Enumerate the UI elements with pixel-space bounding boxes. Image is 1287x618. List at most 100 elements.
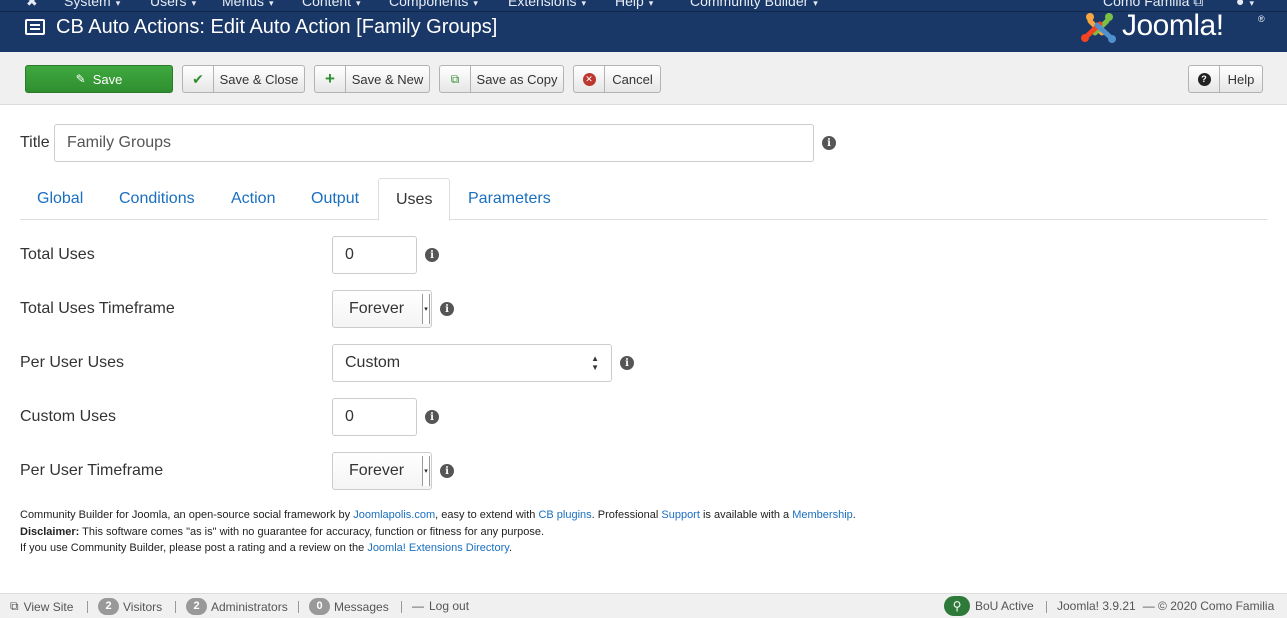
per-user-uses-select[interactable]: Custom ▲ ▼ xyxy=(332,344,612,382)
menu-extensions[interactable]: Extensions ▾ xyxy=(508,0,586,9)
top-navigation: ✖ System ▾ Users ▾ Menus ▾ Content ▾ Compone… xyxy=(0,0,1287,12)
tab-uses[interactable]: Uses xyxy=(378,178,451,221)
custom-uses-input[interactable]: 0 xyxy=(332,398,417,436)
tab-bar: Global Conditions Action Output Uses Par… xyxy=(20,178,1267,221)
custom-uses-label: Custom Uses xyxy=(20,408,117,425)
page-header: CB Auto Actions: Edit Auto Action [Famil… xyxy=(0,9,1287,52)
divider xyxy=(1046,601,1047,613)
messages-badge: 0 xyxy=(309,598,330,615)
copy-icon: ⧉ xyxy=(440,66,471,92)
divider xyxy=(401,601,402,613)
tab-action[interactable]: Action xyxy=(214,178,292,220)
bou-icon: ⚲ xyxy=(944,596,970,616)
divider xyxy=(87,601,88,613)
per-user-timeframe-label: Per User Timeframe xyxy=(20,462,164,479)
user-menu-icon[interactable]: ● ▾ xyxy=(1236,0,1254,9)
footer-text: . Professional xyxy=(591,509,662,521)
save-button-label: Save xyxy=(92,71,123,87)
membership-link[interactable]: Membership xyxy=(792,509,853,521)
footer-text: . xyxy=(508,542,512,554)
menu-users[interactable]: Users ▾ xyxy=(150,0,196,9)
tab-conditions[interactable]: Conditions xyxy=(102,178,212,220)
cancel-button[interactable]: ✕ Cancel xyxy=(573,65,661,93)
info-icon[interactable]: i xyxy=(425,410,439,424)
title-input[interactable]: Family Groups xyxy=(54,124,814,162)
divider xyxy=(175,601,176,613)
edit-icon: ✎ xyxy=(75,72,86,86)
visitors-link[interactable]: 2 Visitors xyxy=(98,598,162,615)
status-bar: ⧉ View Site 2 Visitors 2 Administrators 0 Me… xyxy=(0,593,1287,618)
total-uses-label: Total Uses xyxy=(20,246,95,263)
minus-icon: — xyxy=(412,599,424,613)
joomla-logo-icon xyxy=(1081,13,1116,43)
title-label: Title xyxy=(20,134,50,151)
logout-link[interactable]: — Log out xyxy=(412,599,469,613)
menu-help[interactable]: Help ▾ xyxy=(615,0,653,9)
total-uses-timeframe-label: Total Uses Timeframe xyxy=(20,300,175,317)
footer-text: If you use Community Builder, please pos… xyxy=(20,542,368,554)
check-icon: ✔ xyxy=(183,66,214,92)
question-icon: ? xyxy=(1189,66,1220,92)
tab-global[interactable]: Global xyxy=(20,178,100,220)
messages-link[interactable]: 0 Messages xyxy=(309,598,389,615)
per-user-timeframe-select[interactable]: Forever ▾ xyxy=(332,452,432,490)
total-uses-input[interactable]: 0 xyxy=(332,236,417,274)
plus-icon: + xyxy=(315,66,346,92)
per-user-timeframe-value: Forever xyxy=(349,462,405,479)
save-copy-button[interactable]: ⧉ Save as Copy xyxy=(439,65,564,93)
info-icon[interactable]: i xyxy=(425,248,439,262)
version-label: Joomla! 3.9.21 xyxy=(1057,599,1136,613)
save-new-button[interactable]: + Save & New xyxy=(314,65,430,93)
save-close-button[interactable]: ✔ Save & Close xyxy=(182,65,305,93)
per-user-uses-value: Custom xyxy=(345,354,401,371)
footer-text: . xyxy=(852,509,856,521)
info-icon[interactable]: i xyxy=(440,464,454,478)
cb-footer: Community Builder for Joomla, an open-so… xyxy=(20,507,856,557)
footer-line-3: If you use Community Builder, please pos… xyxy=(20,540,856,557)
visitors-label: Visitors xyxy=(123,599,163,614)
menu-system[interactable]: System ▾ xyxy=(64,0,120,9)
disclaimer-text: This software comes "as is" with no guar… xyxy=(79,525,545,538)
info-icon[interactable]: i xyxy=(822,136,836,150)
save-copy-label: Save as Copy xyxy=(476,71,558,87)
save-new-label: Save & New xyxy=(351,71,424,87)
tab-output[interactable]: Output xyxy=(294,178,376,220)
tab-parameters[interactable]: Parameters xyxy=(451,178,568,220)
footer-line-2: Disclaimer: This software comes "as is" … xyxy=(20,524,856,541)
per-user-uses-label: Per User Uses xyxy=(20,354,125,371)
list-icon xyxy=(25,19,45,35)
info-icon[interactable]: i xyxy=(620,356,634,370)
footer-line-1: Community Builder for Joomla, an open-so… xyxy=(20,507,856,524)
footer-text: is available with a xyxy=(699,509,793,521)
admins-label: Administrators xyxy=(211,599,288,614)
view-site-link[interactable]: ⧉ View Site xyxy=(10,599,73,614)
help-button[interactable]: ? Help xyxy=(1188,65,1263,93)
save-button[interactable]: ✎ Save xyxy=(25,65,173,93)
dropdown-arrow-icon: ▾ xyxy=(422,456,430,486)
menu-menus[interactable]: Menus ▾ xyxy=(222,0,274,9)
messages-label: Messages xyxy=(334,599,389,614)
view-site-label: View Site xyxy=(23,599,74,614)
joomla-menu-icon[interactable]: ✖ xyxy=(26,0,38,10)
page-title: CB Auto Actions: Edit Auto Action [Famil… xyxy=(56,16,498,38)
administrators-link[interactable]: 2 Administrators xyxy=(186,598,288,615)
menu-content[interactable]: Content ▾ xyxy=(302,0,361,9)
menu-components[interactable]: Components ▾ xyxy=(389,0,478,9)
joomlapolis-link[interactable]: Joomlapolis.com xyxy=(353,509,435,521)
dropdown-arrow-icon: ▾ xyxy=(422,294,430,324)
copyright-label: — © 2020 Como Familia xyxy=(1142,599,1275,613)
joomla-logo: Joomla! ® xyxy=(1080,9,1265,46)
bou-label: BoU Active xyxy=(975,599,1034,613)
logout-label: Log out xyxy=(429,599,470,613)
select-arrows-icon: ▲ ▼ xyxy=(591,354,599,372)
visitors-badge: 2 xyxy=(98,598,119,615)
cb-plugins-link[interactable]: CB plugins xyxy=(538,509,591,521)
total-uses-timeframe-select[interactable]: Forever ▾ xyxy=(332,290,432,328)
bou-status[interactable]: ⚲ BoU Active xyxy=(944,596,1034,616)
info-icon[interactable]: i xyxy=(440,302,454,316)
support-link[interactable]: Support xyxy=(661,509,700,521)
footer-text: , easy to extend with xyxy=(435,509,539,521)
toolbar: ✎ Save ✔ Save & Close + Save & New ⧉ Sav… xyxy=(0,52,1287,105)
jed-link[interactable]: Joomla! Extensions Directory xyxy=(367,542,509,554)
menu-community-builder[interactable]: Community Builder ▾ xyxy=(690,0,818,9)
